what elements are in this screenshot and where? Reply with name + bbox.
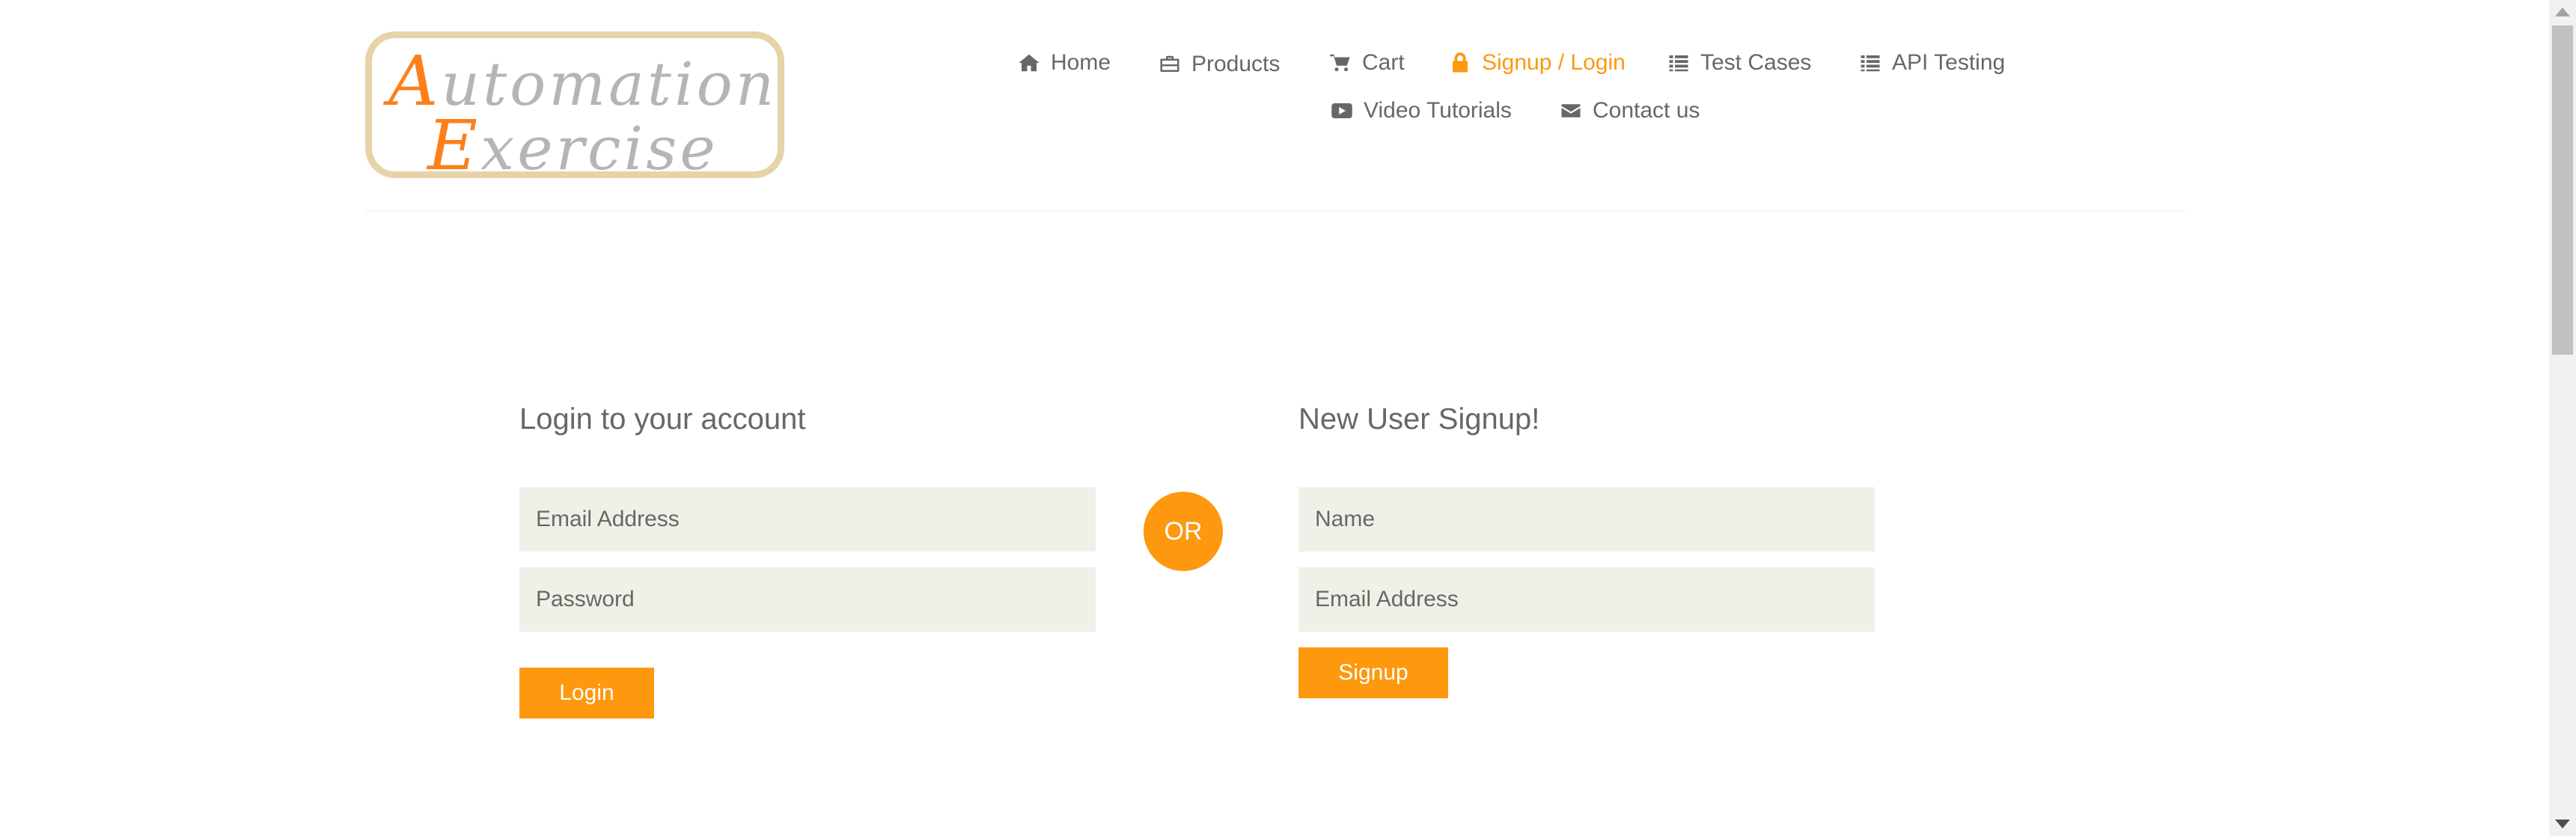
login-email-input[interactable] xyxy=(519,487,1096,552)
lock-icon xyxy=(1453,52,1468,73)
signup-button[interactable]: Signup xyxy=(1298,647,1448,698)
list-icon xyxy=(1861,55,1880,72)
logo-line-2: Exercise xyxy=(427,106,718,186)
scroll-up-arrow-icon[interactable] xyxy=(2555,7,2570,16)
nav-contact-us[interactable]: Contact us xyxy=(1560,96,1700,126)
login-button[interactable]: Login xyxy=(519,668,654,718)
nav-home[interactable]: Home xyxy=(1018,48,1111,78)
list-icon xyxy=(1669,55,1688,72)
nav-cart-label: Cart xyxy=(1362,50,1405,75)
scrollbar-thumb[interactable] xyxy=(2552,25,2573,355)
nav-home-label: Home xyxy=(1051,50,1111,75)
vertical-scrollbar[interactable] xyxy=(2549,0,2576,836)
nav-contact-us-label: Contact us xyxy=(1593,98,1700,123)
site-logo[interactable]: Automation Exercise xyxy=(365,31,784,186)
signup-name-input[interactable] xyxy=(1298,487,1875,552)
nav-products-label: Products xyxy=(1191,52,1281,76)
home-icon xyxy=(1019,54,1040,72)
envelope-icon xyxy=(1561,104,1581,118)
header-divider xyxy=(365,210,2185,212)
nav-products[interactable]: Products xyxy=(1159,49,1280,79)
nav-test-cases-label: Test Cases xyxy=(1700,50,1812,75)
signup-form-title: New User Signup! xyxy=(1298,403,1540,436)
login-password-input[interactable] xyxy=(519,567,1096,632)
login-form-title: Login to your account xyxy=(519,403,806,436)
cart-icon xyxy=(1330,54,1350,72)
nav-signup-login[interactable]: Signup / Login xyxy=(1449,48,1626,78)
youtube-play-icon xyxy=(1331,103,1352,118)
briefcase-icon xyxy=(1160,55,1179,72)
nav-api-testing[interactable]: API Testing xyxy=(1859,48,2005,78)
nav-api-testing-label: API Testing xyxy=(1892,50,2006,75)
or-separator: OR xyxy=(1144,492,1223,571)
nav-signup-login-label: Signup / Login xyxy=(1482,50,1626,75)
signup-email-input[interactable] xyxy=(1298,567,1875,632)
nav-video-tutorials-label: Video Tutorials xyxy=(1364,98,1512,123)
scroll-down-arrow-icon[interactable] xyxy=(2555,820,2570,829)
nav-cart[interactable]: Cart xyxy=(1329,48,1405,78)
nav-test-cases[interactable]: Test Cases xyxy=(1667,48,1811,78)
nav-video-tutorials[interactable]: Video Tutorials xyxy=(1331,96,1512,126)
